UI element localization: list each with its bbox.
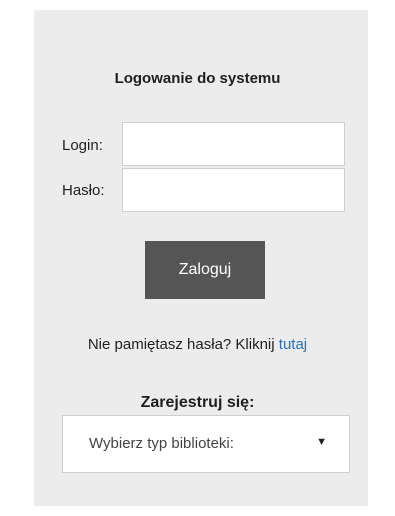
password-input[interactable] [122,168,345,212]
library-type-selected-value: Wybierz typ biblioteki: [89,435,234,452]
register-title: Zarejestruj się: [140,394,255,411]
login-label: Login: [62,137,103,154]
forgot-password-label: Nie pamiętasz hasła? Kliknij [87,336,275,353]
forgot-password-text: Nie pamiętasz hasła? Kliknij tutaj [0,336,395,353]
library-type-select[interactable]: Wybierz typ biblioteki: ▼ [62,415,350,473]
forgot-password-link[interactable]: tutaj [279,336,307,353]
login-title: Logowanie do systemu [114,70,281,87]
login-input[interactable] [122,122,345,166]
password-label: Hasło: [62,182,105,199]
caret-down-icon: ▼ [316,436,327,448]
login-button[interactable]: Zaloguj [145,241,265,299]
